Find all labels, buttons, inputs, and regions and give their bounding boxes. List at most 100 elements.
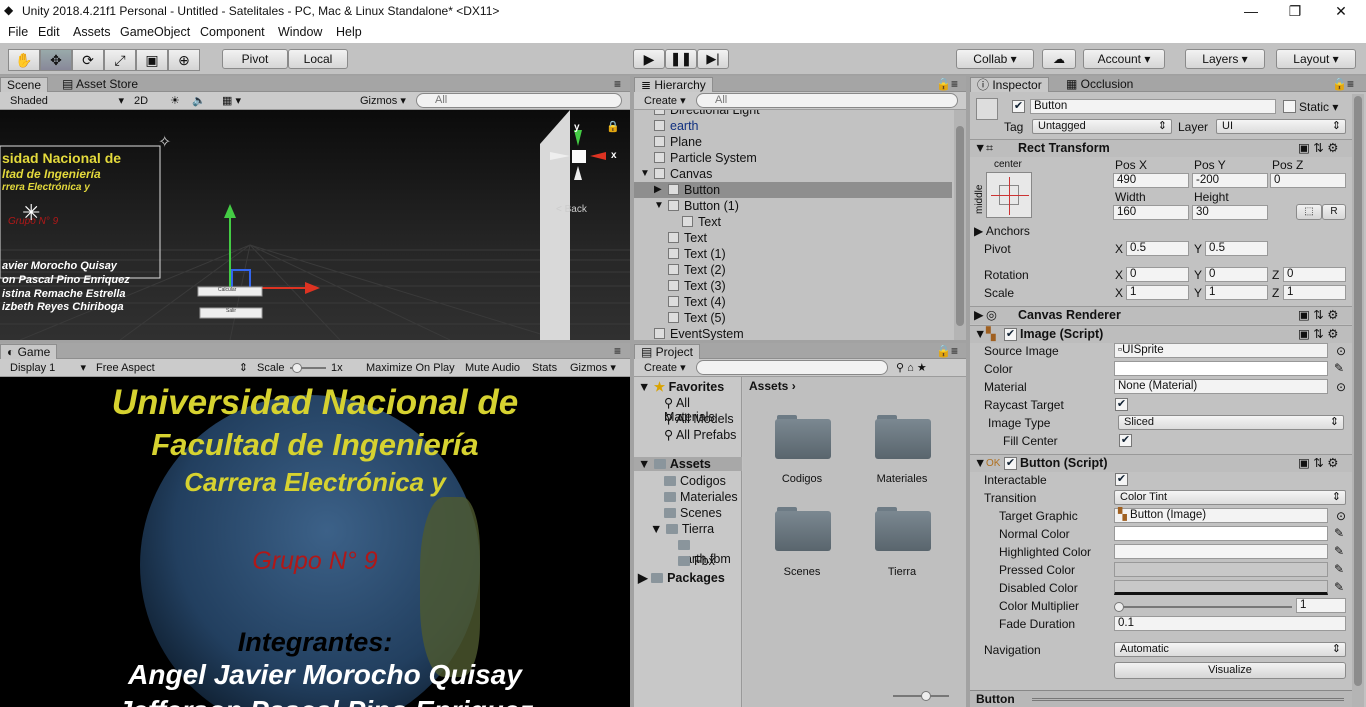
assets-node[interactable]: ▼ Assets [634, 457, 742, 471]
raw-edit-button[interactable]: R [1322, 204, 1346, 220]
lighting-toggle-icon[interactable]: ☀ [170, 94, 180, 108]
project-search-input[interactable] [696, 360, 888, 375]
raycast-target-checkbox[interactable]: ✔ [1115, 398, 1128, 411]
tab-project[interactable]: ▤ Project [634, 344, 701, 359]
source-image-field[interactable]: ▫UISprite [1114, 343, 1328, 358]
lock-icon[interactable]: 🔒 [606, 120, 620, 133]
hierarchy-item[interactable]: Directional Light [634, 110, 952, 118]
visualize-button[interactable]: Visualize [1114, 662, 1346, 679]
height-field[interactable]: 30 [1192, 205, 1268, 220]
hierarchy-item[interactable]: Text (1) [634, 246, 952, 262]
object-picker-icon[interactable]: ⊙ [1336, 344, 1346, 358]
posz-field[interactable]: 0 [1270, 173, 1346, 188]
2d-toggle[interactable]: 2D [134, 94, 148, 108]
inspector-scrollbar[interactable] [1352, 94, 1364, 707]
tab-asset-store[interactable]: ▤ Asset Store [56, 77, 144, 92]
posx-field[interactable]: 490 [1113, 173, 1189, 188]
hierarchy-foldout-icon[interactable]: ▼ [654, 198, 664, 214]
hierarchy-item[interactable]: ▶ Button [634, 182, 952, 198]
fade-duration-field[interactable]: 0.1 [1114, 616, 1346, 631]
navigation-dropdown[interactable]: Automatic ⇕ [1114, 642, 1346, 657]
aspect-dropdown[interactable]: Free Aspect ⇕ [96, 361, 248, 375]
pivot-toggle[interactable]: Pivot [222, 49, 288, 69]
hierarchy-search-input[interactable]: All [696, 93, 958, 108]
button-enabled-checkbox[interactable]: ✔ [1004, 457, 1017, 470]
inspector-preview-bar[interactable]: Button [970, 690, 1352, 707]
eyedropper-icon[interactable]: ✎ [1334, 562, 1344, 576]
hierarchy-item[interactable]: ▼ Canvas [634, 166, 952, 182]
audio-toggle-icon[interactable]: 🔈 [192, 94, 206, 108]
button-script-header[interactable]: ▼ OK ✔ Button (Script) ▣ ⇅ ⚙ [970, 454, 1352, 472]
hierarchy-item[interactable]: Text [634, 214, 952, 230]
scene-viewport[interactable]: sidad Nacional de ltad de Ingeniería rre… [0, 110, 630, 340]
menu-edit[interactable]: Edit [38, 25, 60, 39]
favorites-node[interactable]: ▼ ★ Favorites [638, 379, 724, 394]
project-lock-icon[interactable]: 🔒≡ [930, 344, 964, 359]
tab-game[interactable]: ◐ Game [0, 344, 58, 359]
tab-hierarchy[interactable]: ≣ Hierarchy [634, 77, 713, 92]
hierarchy-scrollbar[interactable] [954, 110, 966, 340]
close-button[interactable]: ✕ [1326, 2, 1356, 20]
account-dropdown[interactable]: Account ▾ [1083, 49, 1165, 69]
pivot-x-field[interactable]: 0.5 [1126, 241, 1189, 256]
hierarchy-item[interactable]: Text (5) [634, 310, 952, 326]
highlighted-color-swatch[interactable] [1114, 544, 1328, 559]
eyedropper-icon[interactable]: ✎ [1334, 526, 1344, 540]
game-viewport[interactable]: Universidad Nacional de Facultad de Inge… [0, 377, 630, 707]
hierarchy-create-dropdown[interactable]: Create ▾ [644, 94, 686, 108]
component-settings-icon[interactable]: ▣ ⇅ ⚙ [1298, 140, 1338, 157]
transition-dropdown[interactable]: Color Tint ⇕ [1114, 490, 1346, 505]
shading-mode-dropdown[interactable]: Shaded ▾ [10, 94, 124, 108]
folder-icon[interactable] [775, 415, 831, 459]
tree-codigos[interactable]: Codigos [664, 474, 726, 488]
menu-assets[interactable]: Assets [73, 25, 111, 39]
tree-scenes[interactable]: Scenes [664, 506, 722, 520]
rect-tool-icon[interactable]: ▣ [136, 49, 168, 71]
component-settings-icon[interactable]: ▣ ⇅ ⚙ [1298, 307, 1338, 324]
target-graphic-field[interactable]: ▚ Button (Image) [1114, 508, 1328, 523]
rot-x-field[interactable]: 0 [1126, 267, 1189, 282]
folder-icon[interactable] [875, 415, 931, 459]
menu-help[interactable]: Help [336, 25, 362, 39]
tab-inspector[interactable]: ⓘ Inspector [970, 77, 1049, 92]
icon-size-slider[interactable] [893, 691, 949, 701]
transform-tool-icon[interactable]: ⊕ [168, 49, 200, 71]
object-name-field[interactable]: Button [1030, 99, 1276, 114]
tag-dropdown[interactable]: Untagged ⇕ [1032, 119, 1172, 134]
project-create-dropdown[interactable]: Create ▾ [644, 361, 686, 375]
hierarchy-foldout-icon[interactable]: ▶ [654, 182, 662, 198]
collab-dropdown[interactable]: Collab ▾ [956, 49, 1034, 69]
static-checkbox[interactable] [1283, 100, 1296, 113]
minimize-button[interactable]: — [1236, 2, 1266, 20]
fav-all-prefabs[interactable]: ⚲ All Prefabs [664, 427, 736, 442]
rotate-tool-icon[interactable]: ⟳ [72, 49, 104, 71]
hierarchy-item[interactable]: Text [634, 230, 952, 246]
tab-scene[interactable]: Scene [0, 77, 49, 92]
display-dropdown[interactable]: Display 1 ▾ [10, 361, 86, 375]
posy-field[interactable]: -200 [1192, 173, 1268, 188]
rot-y-field[interactable]: 0 [1205, 267, 1268, 282]
hierarchy-item[interactable]: Text (3) [634, 278, 952, 294]
interactable-checkbox[interactable]: ✔ [1115, 473, 1128, 486]
scale-z-field[interactable]: 1 [1283, 285, 1346, 300]
normal-color-swatch[interactable] [1114, 526, 1328, 541]
hierarchy-item[interactable]: Text (4) [634, 294, 952, 310]
scale-y-field[interactable]: 1 [1205, 285, 1268, 300]
width-field[interactable]: 160 [1113, 205, 1189, 220]
hierarchy-item[interactable]: Text (2) [634, 262, 952, 278]
component-settings-icon[interactable]: ▣ ⇅ ⚙ [1298, 326, 1338, 343]
eyedropper-icon[interactable]: ✎ [1334, 544, 1344, 558]
game-panel-menu-icon[interactable]: ≡ [608, 344, 627, 359]
static-dropdown[interactable]: Static ▾ [1299, 100, 1338, 114]
fill-center-checkbox[interactable]: ✔ [1119, 434, 1132, 447]
menu-gameobject[interactable]: GameObject [120, 25, 190, 39]
mute-audio-toggle[interactable]: Mute Audio [465, 361, 520, 375]
game-gizmos-dropdown[interactable]: Gizmos ▾ [570, 361, 616, 375]
hierarchy-item[interactable]: Plane [634, 134, 952, 150]
move-tool-icon[interactable]: ✥ [40, 49, 72, 71]
inspector-lock-icon[interactable]: 🔒≡ [1326, 77, 1360, 92]
anchor-presets-button[interactable] [986, 172, 1032, 218]
layers-dropdown[interactable]: Layers ▾ [1185, 49, 1265, 69]
panel-menu-icon[interactable]: ≡ [608, 77, 627, 92]
image-enabled-checkbox[interactable]: ✔ [1004, 328, 1017, 341]
